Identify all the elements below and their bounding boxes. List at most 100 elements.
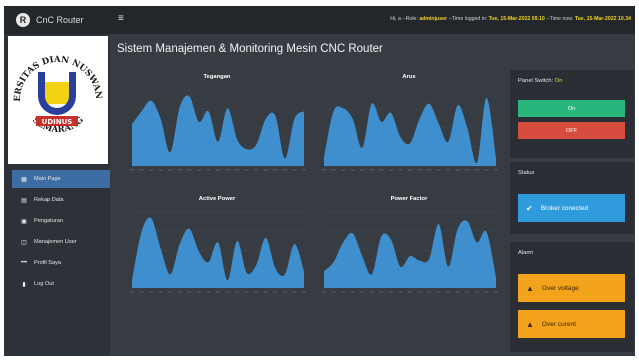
chart-title: Arus — [402, 74, 416, 80]
x-tick-mark — [139, 169, 144, 171]
x-tick-mark — [494, 169, 498, 171]
sidebar-item-label: Pengaturan — [34, 218, 63, 224]
x-tick-mark — [446, 291, 451, 293]
sidebar-item-log-out[interactable]: ▮ Log Out — [12, 275, 110, 293]
x-tick-mark — [417, 291, 422, 293]
panel-switch-card: Panel Switch: On On OFF — [510, 70, 634, 158]
sidebar-item-label: Log Out — [34, 281, 54, 287]
login-time-value: Tue, 15-Mar-2022 09.10 — [488, 16, 545, 22]
x-tick-mark — [474, 291, 479, 293]
x-tick-mark — [455, 169, 460, 171]
x-tick-mark — [436, 169, 441, 171]
status-heading: Status — [518, 170, 535, 176]
x-tick-mark — [350, 291, 355, 293]
x-tick-mark — [408, 169, 412, 171]
x-tick-mark — [302, 169, 306, 171]
x-tick-mark — [360, 291, 365, 293]
x-tick-mark — [206, 169, 211, 171]
sidebar: UNIVERSITAS DIAN NUSWANTORO SEMARANG UDI… — [4, 29, 110, 356]
x-tick-mark — [158, 291, 163, 293]
university-logo: UNIVERSITAS DIAN NUSWANTORO SEMARANG UDI… — [4, 29, 108, 164]
panel-switch-heading: Panel Switch: On — [510, 70, 634, 84]
x-tick-mark — [282, 169, 287, 171]
area-series — [324, 220, 496, 288]
sidebar-item-manajemen-user[interactable]: ◫ Manajemen User — [12, 233, 110, 251]
x-tick-mark — [282, 291, 287, 293]
x-tick-mark — [369, 291, 374, 293]
x-tick-mark — [292, 169, 297, 171]
settings-icon: ▣ — [21, 218, 27, 225]
x-tick-mark — [139, 291, 144, 293]
x-tick-mark — [235, 169, 240, 171]
area-chart — [130, 211, 306, 293]
login-time-label: --Time logged in: — [447, 16, 489, 22]
warning-icon: ▲ — [526, 283, 534, 293]
x-tick-mark — [331, 291, 336, 293]
udinus-logo-image: UNIVERSITAS DIAN NUSWANTORO SEMARANG UDI… — [4, 29, 103, 135]
broker-status-indicator: ✔ Broker conected — [518, 194, 625, 222]
alarm-item: ▲ Over curent — [518, 310, 625, 338]
x-tick-mark — [177, 291, 182, 293]
menu-toggle-icon[interactable]: ≡ — [118, 14, 124, 24]
brand-logo-icon: R — [16, 13, 30, 27]
x-tick-mark — [302, 291, 306, 293]
x-tick-mark — [360, 169, 365, 171]
x-tick-mark — [196, 291, 201, 293]
x-tick-mark — [149, 291, 154, 293]
switch-off-button[interactable]: OFF — [518, 122, 625, 139]
sidebar-item-profil-saya[interactable]: ••• Profil Saya — [12, 254, 110, 272]
warning-icon: ▲ — [526, 319, 534, 329]
x-tick-mark — [427, 291, 432, 293]
chart-active-power: Active Power — [124, 196, 310, 308]
logout-icon: ▮ — [22, 281, 26, 288]
area-series — [324, 97, 496, 166]
panel-switch-state: On — [554, 78, 563, 84]
now-time-value: Tue, 15-Mar-2022 10.34 — [574, 16, 631, 22]
x-tick-mark — [331, 169, 336, 171]
x-tick-mark — [130, 291, 134, 293]
alarm-heading: Alarm — [518, 250, 534, 256]
x-tick-mark — [244, 291, 249, 293]
sidebar-item-pengaturan[interactable]: ▣ Pengaturan — [12, 212, 110, 230]
x-tick-mark — [273, 291, 278, 293]
logo-center-text: UDINUS — [42, 118, 73, 126]
area-chart — [130, 89, 306, 171]
status-card: Status ✔ Broker conected — [510, 162, 634, 234]
x-tick-mark — [244, 169, 249, 171]
x-tick-mark — [350, 169, 355, 171]
now-time-label: --Time now: — [544, 16, 575, 22]
x-tick-mark — [446, 169, 451, 171]
sidebar-item-main-page[interactable]: ▦ Main Page — [12, 170, 110, 188]
chart-arus: Arus — [316, 74, 502, 186]
area-chart — [322, 89, 498, 171]
chart-title: Power Factor — [390, 196, 428, 202]
alarm-label: Over curent — [541, 320, 576, 328]
top-bar: R CnC Router ≡ Hi, a --Role: adminjuser … — [4, 6, 635, 34]
x-tick-mark — [341, 169, 346, 171]
sidebar-nav: ▦ Main Page ▤ Rekap Data ▣ Pengaturan ◫ … — [12, 170, 110, 296]
page-title: Sistem Manajemen & Monitoring Mesin CNC … — [117, 43, 383, 55]
x-tick-mark — [398, 291, 403, 293]
x-tick-mark — [216, 291, 220, 293]
check-icon: ✔ — [526, 203, 533, 213]
x-tick-mark — [263, 169, 268, 171]
sidebar-item-label: Profil Saya — [34, 260, 62, 266]
alarm-card: Alarm ▲ Over voltage ▲ Over curent — [510, 242, 634, 352]
chart-title: Tegangan — [203, 74, 231, 80]
x-tick-mark — [177, 169, 182, 171]
switch-on-button[interactable]: On — [518, 100, 625, 117]
sidebar-item-rekap-data[interactable]: ▤ Rekap Data — [12, 191, 110, 209]
x-tick-mark — [273, 169, 278, 171]
x-tick-mark — [254, 291, 259, 293]
x-tick-mark — [225, 291, 230, 293]
alarm-label: Over voltage — [541, 284, 579, 292]
brand[interactable]: R CnC Router — [4, 6, 110, 34]
x-tick-mark — [379, 169, 384, 171]
x-tick-mark — [427, 169, 432, 171]
x-tick-mark — [465, 169, 470, 171]
x-tick-mark — [417, 169, 422, 171]
x-tick-mark — [254, 169, 259, 171]
status-message: Broker conected — [540, 204, 589, 212]
brand-name: CnC Router — [36, 15, 84, 25]
logo-yellow-square — [45, 82, 69, 104]
